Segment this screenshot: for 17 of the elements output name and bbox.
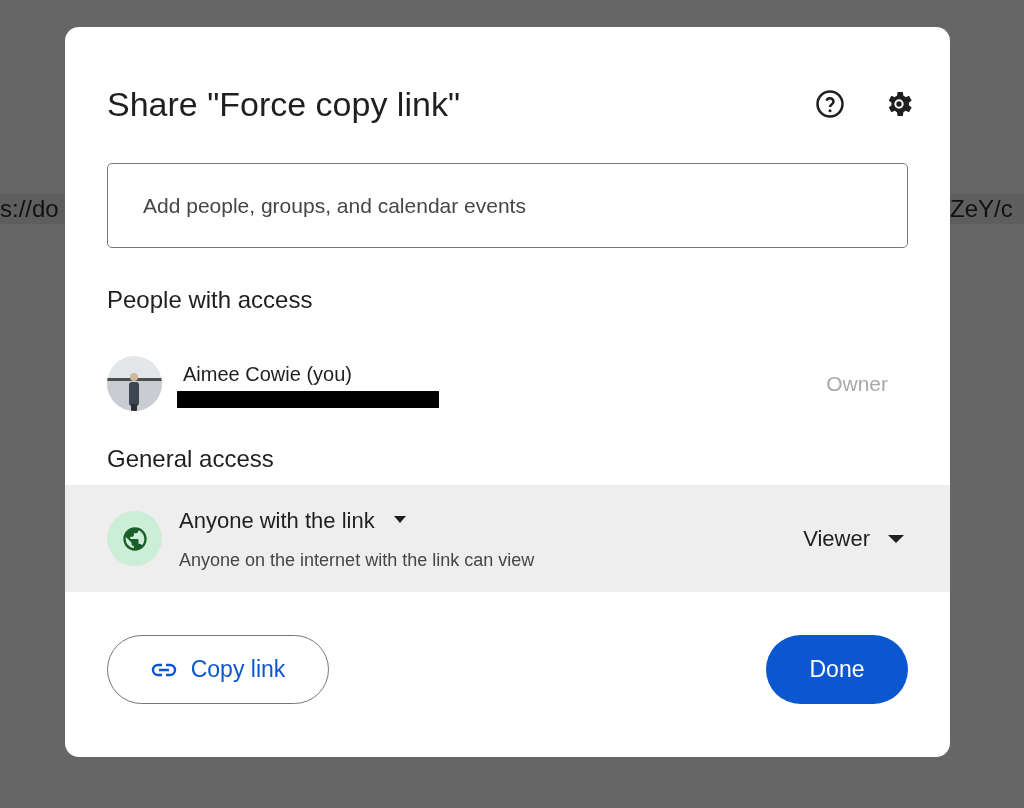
- person-name: Aimee Cowie (you): [183, 362, 353, 387]
- section-heading: General access: [106, 444, 275, 474]
- dialog-title: Share "Force copy link": [107, 84, 461, 124]
- url-text: ZeY/c: [950, 194, 1013, 224]
- role-dropdown[interactable]: Viewer: [803, 522, 904, 555]
- add-people-field[interactable]: Add people, groups, and calendar events: [107, 163, 908, 248]
- done-button[interactable]: Done: [766, 635, 908, 704]
- section-heading: People with access: [106, 285, 314, 315]
- help-icon[interactable]: [813, 87, 847, 121]
- access-scope-dropdown[interactable]: Anyone with the link: [179, 503, 407, 537]
- role-label: Owner: [826, 370, 888, 397]
- caret-icon: [392, 516, 407, 524]
- caret-icon: [888, 534, 904, 543]
- access-description: Anyone on the internet with the link can view: [179, 548, 536, 572]
- link-icon: [150, 662, 177, 677]
- url-text: s://do: [0, 194, 59, 224]
- copy-link-button[interactable]: Copy link: [107, 635, 329, 704]
